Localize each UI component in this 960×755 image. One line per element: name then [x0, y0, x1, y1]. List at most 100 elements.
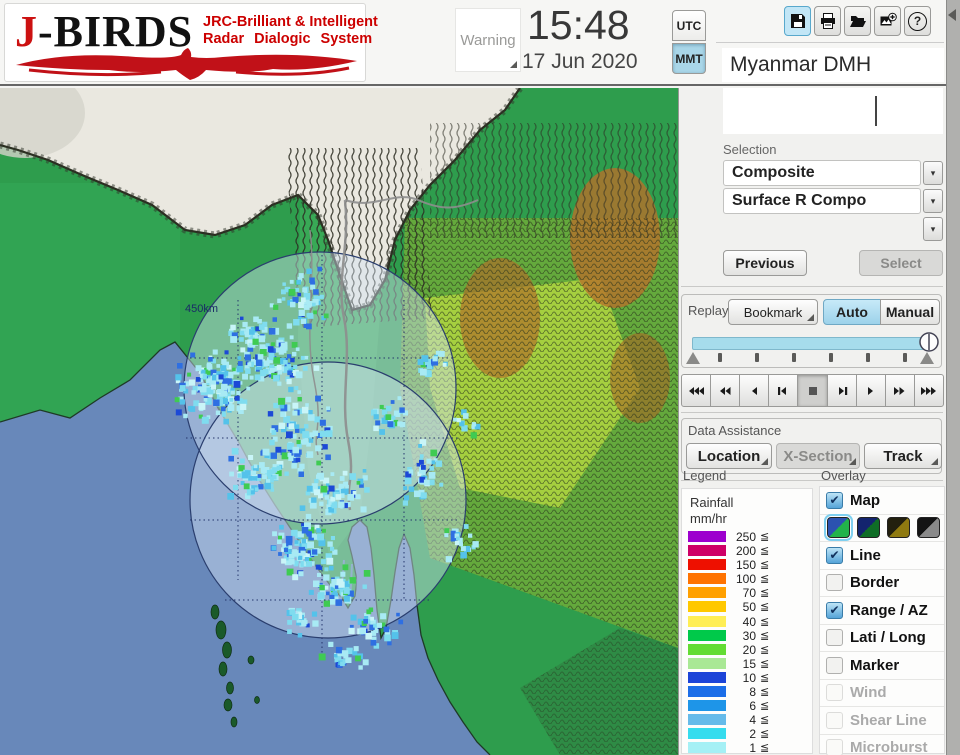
- play-reverse-button[interactable]: [739, 374, 770, 407]
- replay-label: Replay: [688, 303, 729, 318]
- open-folder-icon: [849, 16, 866, 27]
- replay-slider-handle[interactable]: [918, 331, 940, 353]
- checkbox[interactable]: [826, 574, 843, 592]
- legend-color-swatch: [688, 700, 726, 712]
- legend-value: 4: [749, 713, 756, 728]
- map-style-swatch[interactable]: [857, 517, 880, 539]
- checkbox[interactable]: [826, 629, 843, 647]
- legend-entry: 6 ≦: [682, 699, 812, 713]
- help-button[interactable]: ?: [904, 6, 931, 36]
- checkbox[interactable]: ✔: [826, 491, 843, 509]
- station-name: Myanmar DMH: [722, 48, 944, 82]
- j-birds-app: J-BIRDS JRC-Brilliant & Intelligent Rada…: [0, 0, 960, 755]
- manual-label: Manual: [885, 304, 935, 320]
- sidebar: Selection Composite ▾ Surface R Compo ▾ …: [678, 88, 946, 755]
- stop-icon: [808, 386, 817, 395]
- overlay-item-label: Wind: [850, 684, 887, 702]
- eagle-logo-icon: [16, 48, 357, 80]
- checkbox[interactable]: [826, 656, 843, 674]
- step-back-button[interactable]: [768, 374, 799, 407]
- auto-button[interactable]: Auto: [823, 299, 881, 325]
- lte-symbol: ≦: [760, 657, 770, 670]
- map-style-swatch[interactable]: [917, 517, 940, 539]
- map-style-swatch-selected[interactable]: [824, 514, 853, 542]
- overlay-item-border[interactable]: Border: [820, 570, 944, 597]
- manual-button[interactable]: Manual: [880, 299, 940, 325]
- divider: [716, 42, 944, 43]
- legend-value: 20: [742, 642, 756, 657]
- legend-color-swatch: [688, 728, 726, 740]
- select-button[interactable]: Select: [859, 250, 943, 276]
- forward-fast-button[interactable]: [913, 374, 944, 407]
- legend-entry: 100 ≦: [682, 572, 812, 586]
- map-style-row: [820, 514, 944, 542]
- lte-symbol: ≦: [760, 686, 770, 699]
- play-icon: [868, 386, 874, 395]
- warning-label: Warning: [460, 31, 516, 49]
- save-button[interactable]: [784, 6, 811, 36]
- legend-color-swatch: [688, 629, 726, 641]
- track-button[interactable]: Track: [864, 443, 942, 469]
- location-button[interactable]: Location: [686, 443, 772, 469]
- previous-button[interactable]: Previous: [723, 250, 807, 276]
- slider-ticks: [718, 353, 908, 363]
- print-icon: [820, 13, 835, 29]
- legend-value: 6: [749, 699, 756, 714]
- overlay-item-map[interactable]: ✔ Map: [820, 487, 944, 515]
- overlay-item-line[interactable]: ✔ Line: [820, 542, 944, 570]
- capture-image-icon: [880, 12, 897, 26]
- overlay-item-range-az[interactable]: ✔ Range / AZ: [820, 597, 944, 625]
- warning-button[interactable]: Warning: [455, 8, 521, 72]
- range-start-marker[interactable]: [686, 352, 700, 364]
- rewind-fast-button[interactable]: [681, 374, 712, 407]
- command-input[interactable]: [723, 88, 943, 134]
- bookmark-button[interactable]: Bookmark: [728, 299, 818, 325]
- legend-entry: 250 ≦: [682, 530, 812, 544]
- overlay-item-shear-line: Shear Line: [820, 707, 944, 735]
- open-file-button[interactable]: [844, 6, 871, 36]
- rewind-button[interactable]: [710, 374, 741, 407]
- panel-collapse-strip[interactable]: [946, 0, 960, 755]
- checkbox[interactable]: ✔: [826, 601, 843, 619]
- overlay-panel: ✔ Map ✔ Line Border ✔ Range / AZ Lati / Long Mar…: [819, 486, 945, 755]
- overlay-item-marker[interactable]: Marker: [820, 652, 944, 680]
- overlay-label: Overlay: [821, 468, 866, 483]
- step-forward-button[interactable]: [826, 374, 857, 407]
- x-section-button[interactable]: X-Section: [776, 443, 860, 469]
- range-end-marker[interactable]: [920, 352, 934, 364]
- legend-entry: 200 ≦: [682, 544, 812, 558]
- extra-dropdown[interactable]: [723, 216, 921, 242]
- forward-fast-icon: [921, 386, 937, 395]
- play-button[interactable]: [855, 374, 886, 407]
- select-label: Select: [880, 255, 922, 271]
- collapse-left-icon[interactable]: [948, 9, 956, 21]
- lte-symbol: ≦: [760, 671, 770, 684]
- legend-value: 30: [742, 628, 756, 643]
- overlay-item-lati-long[interactable]: Lati / Long: [820, 625, 944, 652]
- overlay-item-label: Map: [850, 491, 880, 509]
- track-label: Track: [883, 447, 923, 465]
- clock-time: 15:48: [527, 2, 630, 48]
- legend-value: 10: [742, 670, 756, 685]
- forward-button[interactable]: [884, 374, 915, 407]
- selection-label: Selection: [723, 142, 777, 157]
- stop-button[interactable]: [797, 374, 828, 407]
- replay-slider-track[interactable]: [692, 337, 930, 350]
- utc-button[interactable]: UTC: [672, 10, 706, 41]
- composite-dropdown[interactable]: Composite: [723, 160, 921, 186]
- map-style-swatch[interactable]: [887, 517, 910, 539]
- print-button[interactable]: [814, 6, 841, 36]
- legend-value: 2: [749, 727, 756, 742]
- product-dropdown[interactable]: Surface R Compo: [723, 188, 921, 214]
- capture-button[interactable]: [874, 6, 901, 36]
- overlay-item-label: Shear Line: [850, 711, 927, 729]
- composite-dropdown-button[interactable]: ▾: [923, 161, 943, 185]
- extra-dropdown-button[interactable]: ▾: [923, 217, 943, 241]
- product-dropdown-button[interactable]: ▾: [923, 189, 943, 213]
- lte-symbol: ≦: [760, 545, 770, 558]
- checkbox[interactable]: ✔: [826, 546, 843, 564]
- radar-map[interactable]: 450km: [0, 88, 678, 755]
- mmt-button[interactable]: MMT: [672, 43, 706, 74]
- utc-label: UTC: [676, 18, 702, 33]
- legend-value: 15: [742, 656, 756, 671]
